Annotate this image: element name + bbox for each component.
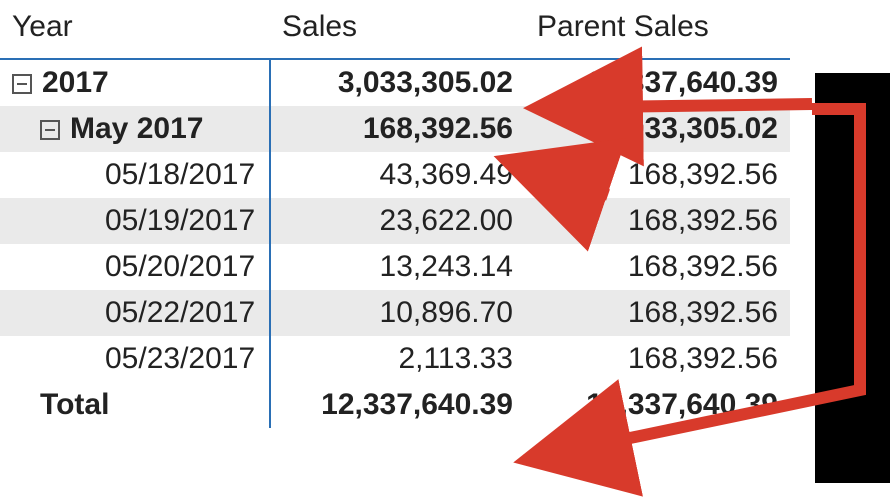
header-row: Year Sales Parent Sales — [0, 0, 790, 59]
table-row[interactable]: 05/18/2017 43,369.49168,392.56 — [0, 152, 790, 198]
row-label: 05/20/2017 — [105, 250, 255, 283]
row-header[interactable]: 05/20/2017 — [0, 244, 270, 290]
cell-sales: 23,622.00 — [270, 198, 525, 244]
row-header[interactable]: 05/23/2017 — [0, 336, 270, 382]
cell-parent-sales: 3,033,305.02 — [525, 106, 790, 152]
row-label: 05/22/2017 — [105, 296, 255, 329]
matrix-visual: Year Sales Parent Sales 2017 3,033,305.02… — [0, 0, 790, 428]
row-header[interactable]: 2017 — [0, 59, 270, 106]
cell-parent-sales: 168,392.56 — [525, 198, 790, 244]
cell-sales: 3,033,305.02 — [270, 59, 525, 106]
row-label: 05/23/2017 — [105, 342, 255, 375]
row-label: 2017 — [42, 66, 109, 99]
cell-parent-sales: 168,392.56 — [525, 336, 790, 382]
table-row[interactable]: Total 12,337,640.3912,337,640.39 — [0, 382, 790, 428]
row-label: 05/18/2017 — [105, 158, 255, 191]
collapse-icon[interactable] — [12, 74, 32, 94]
row-label: Total — [40, 388, 109, 421]
cell-parent-sales: 12,337,640.39 — [525, 382, 790, 428]
cell-sales: 168,392.56 — [270, 106, 525, 152]
collapse-icon[interactable] — [40, 120, 60, 140]
row-label: 05/19/2017 — [105, 204, 255, 237]
cell-sales: 12,337,640.39 — [270, 382, 525, 428]
cell-sales: 2,113.33 — [270, 336, 525, 382]
matrix-table: Year Sales Parent Sales 2017 3,033,305.02… — [0, 0, 790, 428]
table-row[interactable]: 2017 3,033,305.0212,337,640.39 — [0, 59, 790, 106]
cell-parent-sales: 12,337,640.39 — [525, 59, 790, 106]
table-row[interactable]: 05/23/2017 2,113.33168,392.56 — [0, 336, 790, 382]
row-header[interactable]: Total — [0, 382, 270, 428]
cell-sales: 10,896.70 — [270, 290, 525, 336]
cell-sales: 43,369.49 — [270, 152, 525, 198]
cell-parent-sales: 168,392.56 — [525, 244, 790, 290]
col-header-sales[interactable]: Sales — [270, 0, 525, 59]
cell-parent-sales: 168,392.56 — [525, 152, 790, 198]
crop-edge — [815, 73, 890, 483]
table-row[interactable]: 05/19/2017 23,622.00168,392.56 — [0, 198, 790, 244]
table-row[interactable]: 05/22/2017 10,896.70168,392.56 — [0, 290, 790, 336]
table-row[interactable]: May 2017 168,392.563,033,305.02 — [0, 106, 790, 152]
col-header-parent-sales[interactable]: Parent Sales — [525, 0, 790, 59]
cell-sales: 13,243.14 — [270, 244, 525, 290]
row-header[interactable]: 05/19/2017 — [0, 198, 270, 244]
col-header-year[interactable]: Year — [0, 0, 270, 59]
row-header[interactable]: 05/22/2017 — [0, 290, 270, 336]
row-label: May 2017 — [70, 112, 203, 145]
table-row[interactable]: 05/20/2017 13,243.14168,392.56 — [0, 244, 790, 290]
row-header[interactable]: May 2017 — [0, 106, 270, 152]
row-header[interactable]: 05/18/2017 — [0, 152, 270, 198]
cell-parent-sales: 168,392.56 — [525, 290, 790, 336]
